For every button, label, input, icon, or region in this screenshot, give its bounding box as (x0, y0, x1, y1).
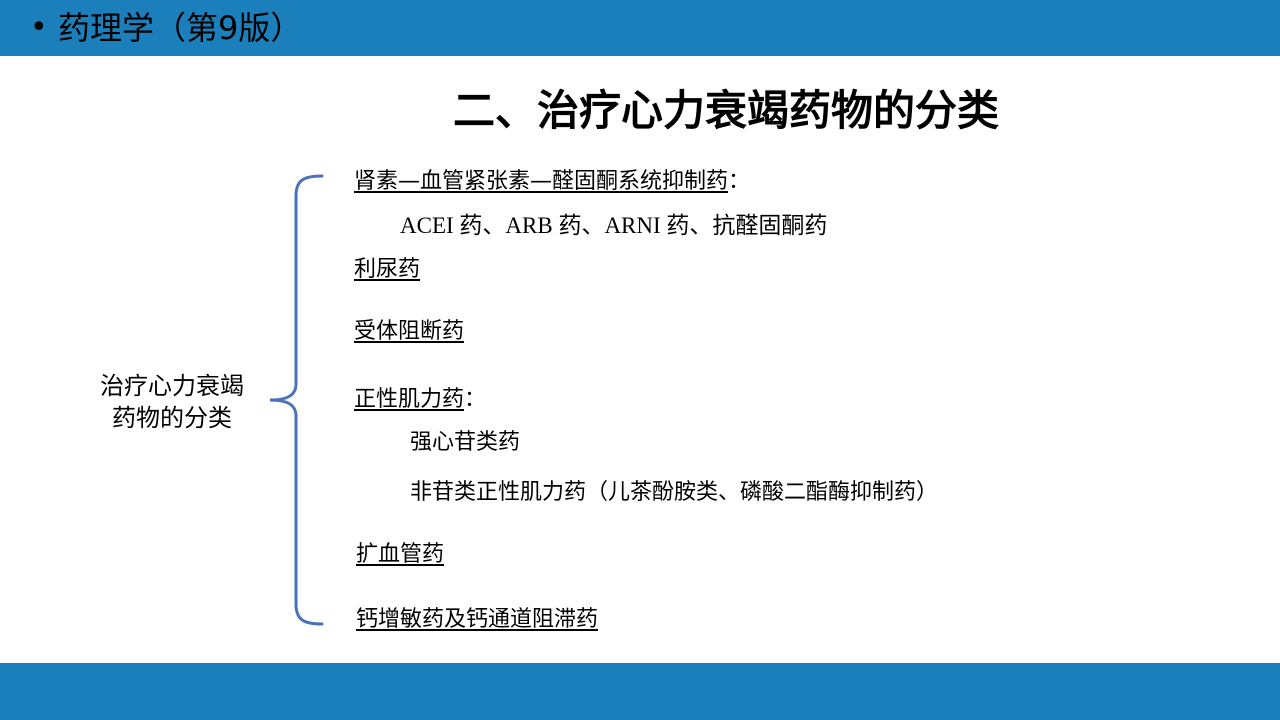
list-item-blockers: 受体阻断药 (354, 317, 464, 347)
curly-brace (269, 174, 324, 626)
vasodilators-label: 扩血管药 (356, 542, 445, 567)
footer-bar (0, 663, 1280, 720)
diuretics-label: 利尿药 (354, 257, 421, 282)
blockers-label: 受体阻断药 (354, 319, 465, 344)
inotropes-label: 正性肌力药 (354, 387, 465, 412)
list-item-diuretics: 利尿药 (354, 255, 420, 285)
list-item-calcium: 钙增敏药及钙通道阻滞药 (356, 605, 598, 635)
inotropes-colon: ： (464, 387, 487, 412)
category-label: 治疗心力衰竭 药物的分类 (82, 370, 262, 434)
list-item-raas: 肾素—血管紧张素—醛固酮系统抑制药： (354, 167, 750, 197)
brace-path (269, 174, 324, 626)
course-title: 药理学（第9版） (58, 9, 303, 47)
list-item-inotropes: 正性肌力药： (354, 385, 486, 415)
header-bar: • 药理学（第9版） (0, 0, 1280, 56)
bullet: • (30, 10, 48, 45)
raas-label: 肾素—血管紧张素—醛固酮系统抑制药 (354, 169, 729, 194)
list-item-inotropes-sub1: 强心苷类药 (410, 430, 521, 455)
calcium-label: 钙增敏药及钙通道阻滞药 (356, 607, 599, 632)
slide-title-text: 二、治疗心力衰竭药物的分类 (452, 86, 999, 135)
raas-colon: ： (728, 169, 751, 194)
slide-title: 二、治疗心力衰竭药物的分类 (0, 82, 1212, 140)
list-item-inotropes-sub2: 非苷类正性肌力药（儿茶酚胺类、磷酸二酯酶抑制药） (410, 480, 939, 505)
category-label-line2: 药物的分类 (112, 404, 232, 432)
category-label-line1: 治疗心力衰竭 (100, 372, 244, 400)
list-item-vasodilators: 扩血管药 (356, 540, 444, 570)
list-item-raas-sub: ACEI 药、ARB 药、ARNI 药、抗醛固酮药 (400, 213, 828, 238)
